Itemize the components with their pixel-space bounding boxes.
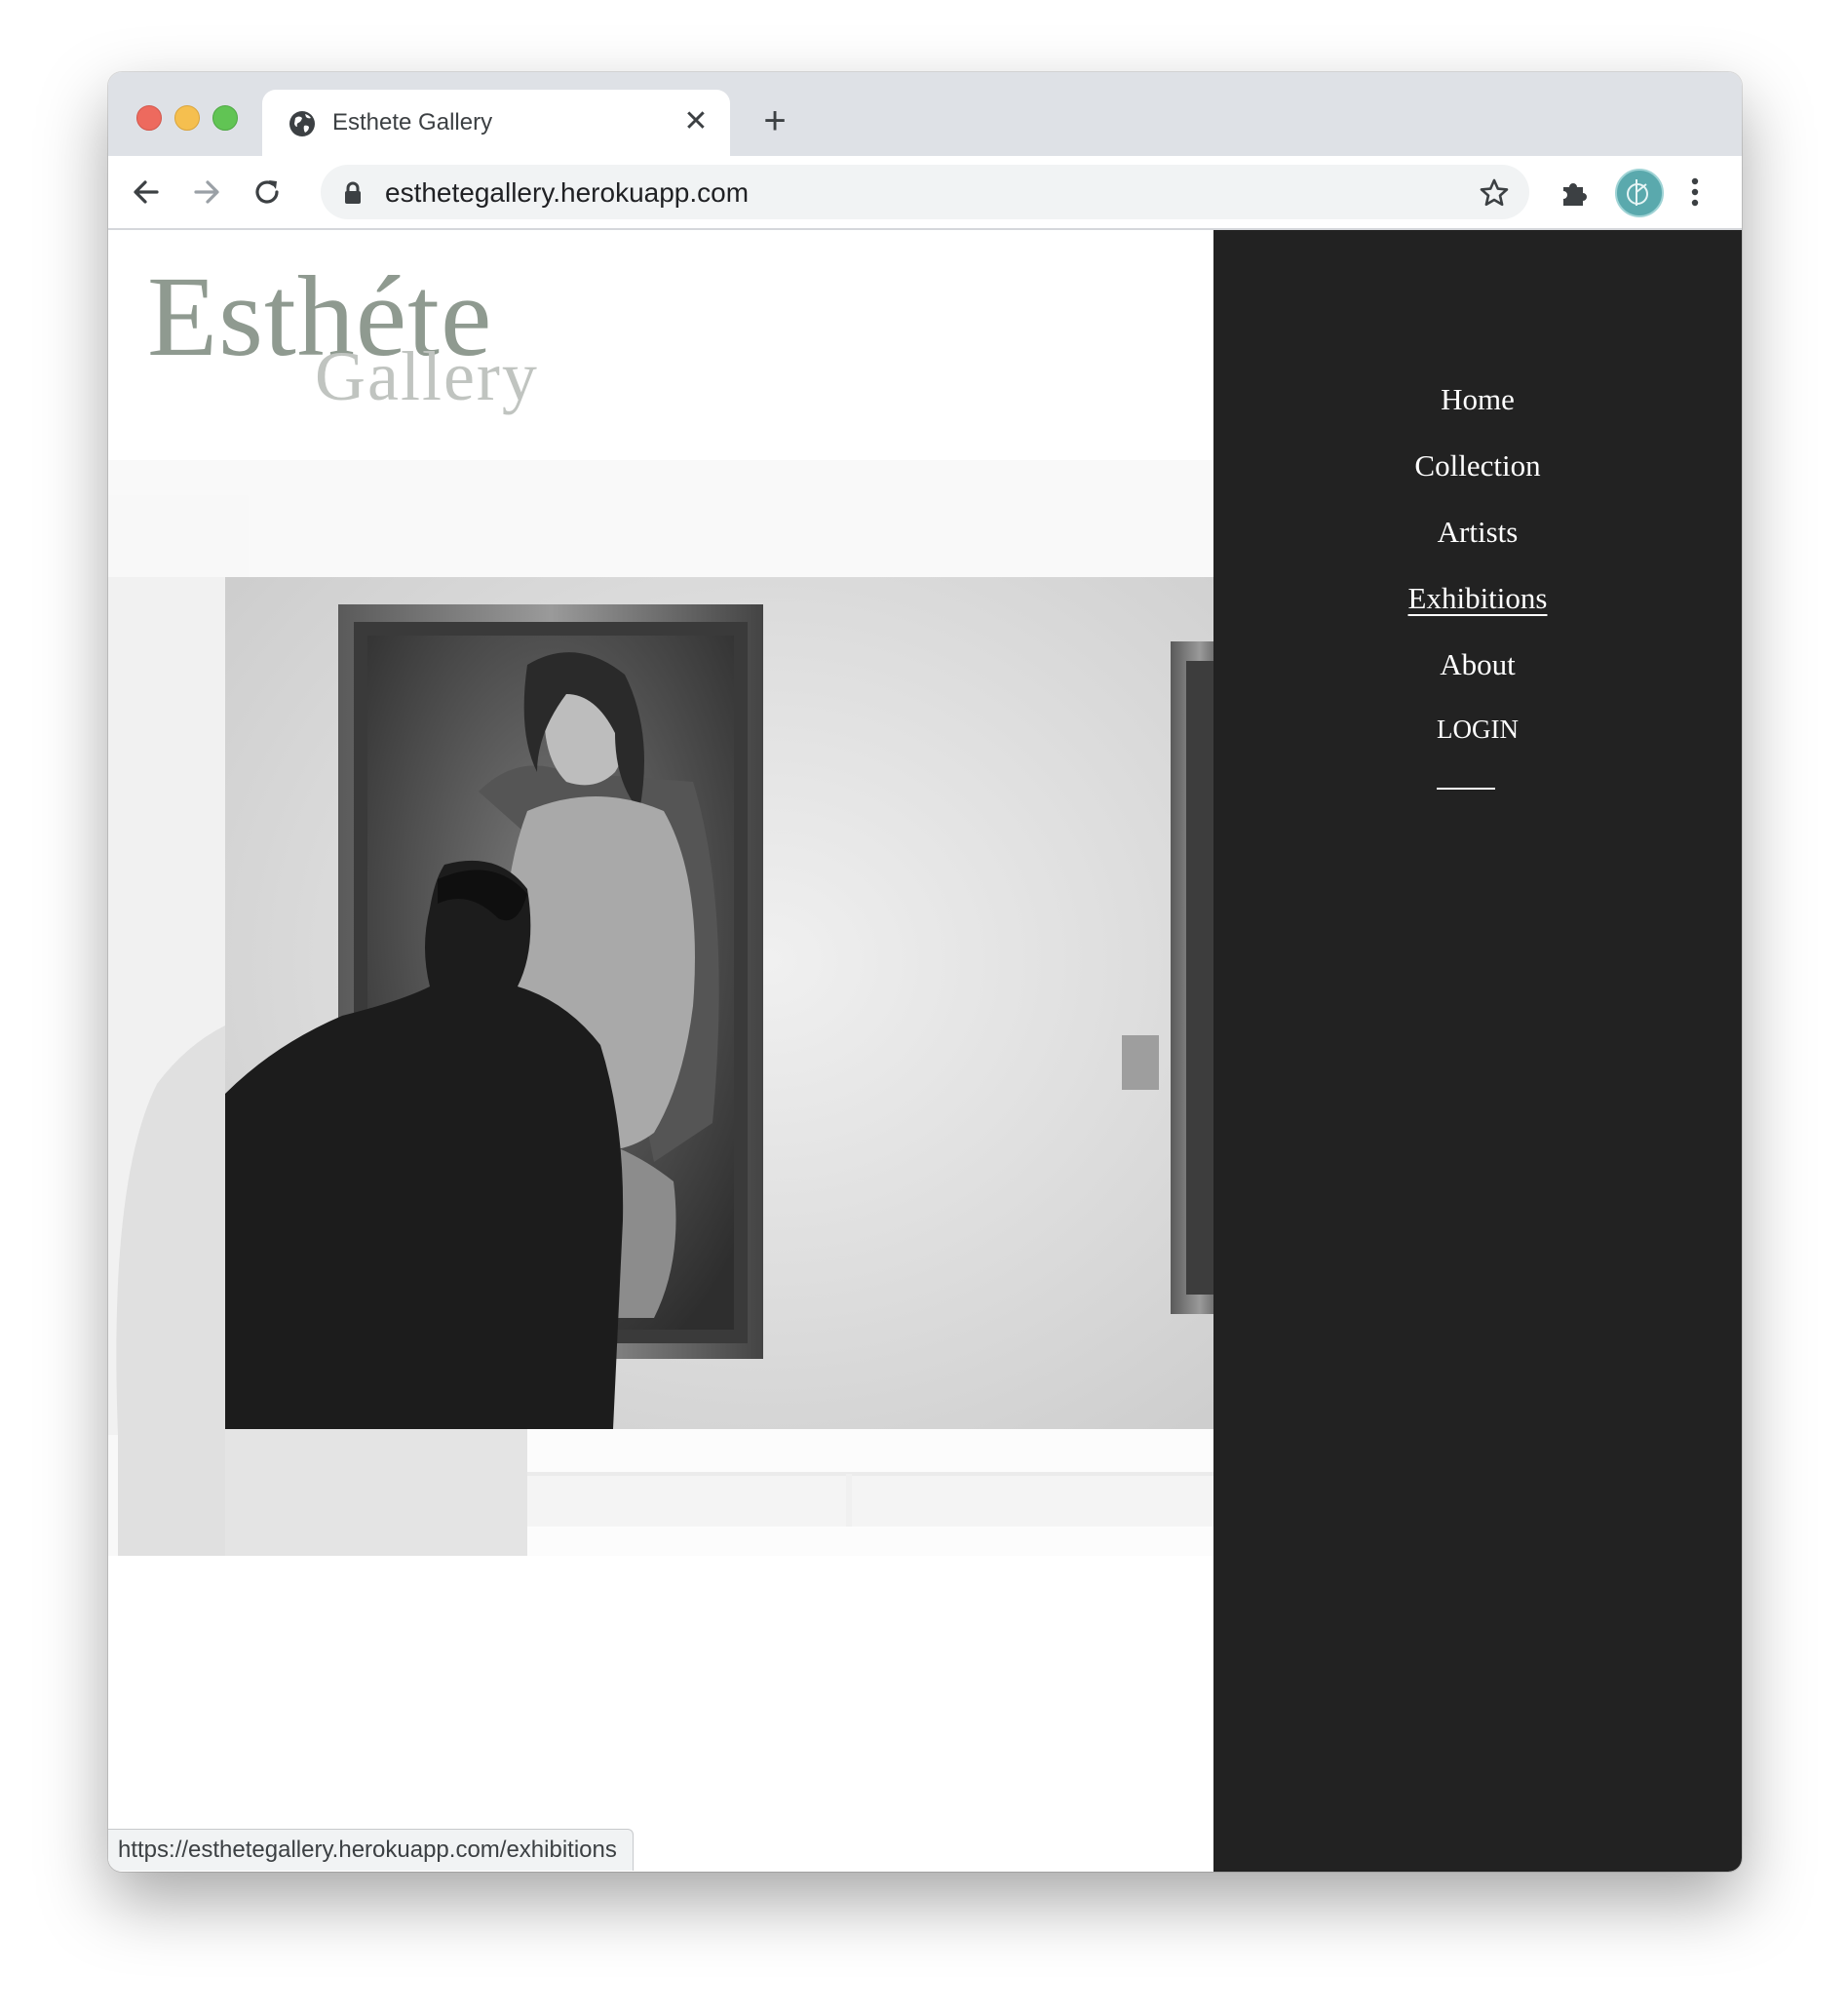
arrow-right-icon[interactable] — [188, 174, 225, 211]
nav-home[interactable]: Home — [1331, 367, 1624, 433]
avatar[interactable] — [1615, 169, 1664, 217]
nav-artists[interactable]: Artists — [1331, 499, 1624, 565]
browser-tab[interactable]: Esthete Gallery ✕ — [262, 90, 730, 156]
url-text: esthetegallery.herokuapp.com — [385, 177, 750, 208]
puzzle-icon[interactable] — [1559, 175, 1592, 209]
arrow-left-icon[interactable] — [128, 174, 165, 211]
site-logo[interactable]: Esthéte Gallery — [147, 259, 557, 435]
status-bar: https://esthetegallery.herokuapp.com/exh… — [108, 1829, 634, 1871]
nav-list: Home Collection Artists Exhibitions Abou… — [1213, 367, 1742, 790]
star-icon[interactable] — [1479, 177, 1510, 209]
profile-glyph-icon — [1627, 179, 1648, 206]
browser-window: Esthete Gallery ✕ + esthetegallery.herok… — [108, 72, 1742, 1872]
close-window-button[interactable] — [136, 105, 162, 131]
nav-collection-label: Collection — [1414, 448, 1541, 483]
browser-toolbar: esthetegallery.herokuapp.com — [108, 156, 1742, 230]
logo-subtitle: Gallery — [315, 337, 539, 415]
close-tab-icon[interactable]: ✕ — [679, 105, 712, 138]
nav-exhibitions-label: Exhibitions — [1407, 581, 1548, 615]
nav-exhibitions[interactable]: Exhibitions — [1331, 565, 1624, 632]
page-viewport: Esthéte Gallery Home Collection Artists … — [108, 230, 1742, 1872]
nav-about[interactable]: About — [1331, 632, 1624, 698]
new-tab-button[interactable]: + — [755, 101, 794, 142]
lock-icon — [345, 181, 361, 204]
address-bar[interactable]: esthetegallery.herokuapp.com — [321, 165, 1529, 219]
maximize-window-button[interactable] — [212, 105, 238, 131]
nav-about-label: About — [1440, 647, 1516, 681]
nav-home-label: Home — [1441, 382, 1515, 416]
nav-collection[interactable]: Collection — [1331, 433, 1624, 499]
side-navigation: Home Collection Artists Exhibitions Abou… — [1213, 230, 1742, 1872]
globe-icon — [289, 111, 315, 136]
nav-login-label: LOGIN — [1437, 715, 1519, 744]
nav-login[interactable]: LOGIN — [1331, 698, 1624, 760]
hero-image — [108, 460, 1213, 1556]
kebab-icon[interactable] — [1689, 175, 1701, 209]
nav-divider — [1437, 788, 1495, 790]
nav-artists-label: Artists — [1437, 515, 1519, 549]
tab-title: Esthete Gallery — [332, 109, 493, 135]
tab-strip: Esthete Gallery ✕ + — [108, 72, 1742, 156]
reload-icon[interactable] — [249, 174, 286, 211]
minimize-window-button[interactable] — [174, 105, 200, 131]
